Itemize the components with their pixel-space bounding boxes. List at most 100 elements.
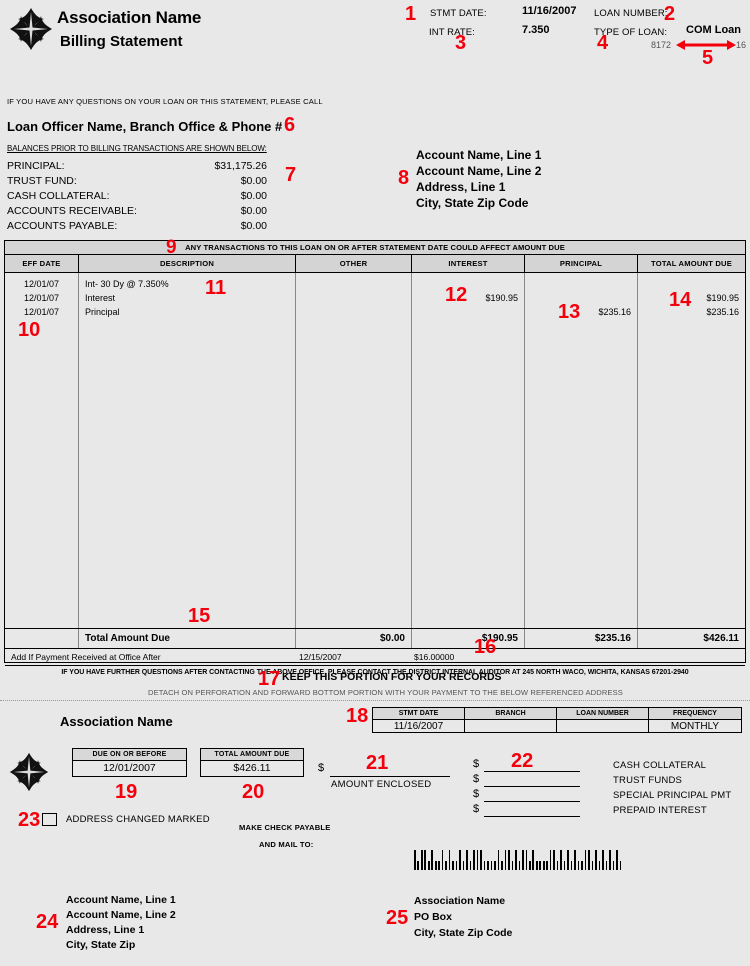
table-row: 12/01/07 <box>23 307 60 317</box>
balance-label: PRINCIPAL: <box>7 160 65 172</box>
stub-total-due-label: TOTAL AMOUNT DUE <box>201 749 303 761</box>
column-total-amount-due: $190.95 $235.16 <box>638 273 745 628</box>
table-row: Int- 30 Dy @ 7.350% <box>85 279 169 289</box>
allocation-input-trust-funds[interactable] <box>484 786 580 787</box>
amount-enclosed-input[interactable] <box>330 776 450 777</box>
perforation-line <box>0 700 750 701</box>
allocation-input-prepaid-interest[interactable] <box>484 816 580 817</box>
stub-remit-address-line: City, State Zip Code <box>414 927 513 939</box>
balance-label: TRUST FUND: <box>7 175 77 187</box>
table-row: Interest <box>85 293 116 303</box>
table-row <box>525 273 637 291</box>
int-rate-value: 7.350 <box>522 24 550 36</box>
callout-number-6: 6 <box>284 114 296 136</box>
balance-value: $31,175.26 <box>214 160 267 172</box>
account-address-line: Address, Line 1 <box>416 180 506 194</box>
callout-number-2: 2 <box>664 3 676 25</box>
column-description: Int- 30 Dy @ 7.350% Interest Principal <box>79 273 296 628</box>
stub-stmt-date-value: 11/16/2007 <box>373 720 465 733</box>
stub-remit-address-block: Association Name PO Box City, State Zip … <box>414 895 512 943</box>
table-row <box>296 291 411 305</box>
callout-number-8: 8 <box>398 167 410 189</box>
due-date-label: DUE ON OR BEFORE <box>73 749 186 761</box>
column-eff-date: 12/01/07 12/01/07 12/01/07 <box>5 273 79 628</box>
late-fee-row: Add If Payment Received at Office After … <box>5 649 745 666</box>
due-date-value: 12/01/2007 <box>103 762 156 774</box>
transactions-banner: ANY TRANSACTIONS TO THIS LOAN ON OR AFTE… <box>5 241 745 255</box>
table-row: $235.16 <box>598 307 631 317</box>
callout-number-11: 11 <box>205 277 227 299</box>
allocation-input-special-principal-pmt[interactable] <box>484 801 580 802</box>
stub-remit-address-line: PO Box <box>414 911 452 923</box>
total-principal: $235.16 <box>525 629 638 648</box>
stub-customer-address-line: Account Name, Line 1 <box>66 894 176 906</box>
stub-column-header-frequency: FREQUENCY <box>673 710 717 717</box>
column-header-other: OTHER <box>296 255 412 272</box>
stub-info-table: STMT DATE BRANCH LOAN NUMBER FREQUENCY 1… <box>372 707 742 733</box>
stub-info-header-row: STMT DATE BRANCH LOAN NUMBER FREQUENCY <box>373 708 741 720</box>
table-row: 12/01/07 <box>23 279 60 289</box>
callout-number-14: 14 <box>669 289 692 311</box>
table-row <box>412 273 524 291</box>
due-date-box: DUE ON OR BEFORE 12/01/2007 <box>72 748 187 777</box>
allocation-dollar-sign: $ <box>473 773 480 785</box>
callout-number-15: 15 <box>188 605 211 627</box>
stmt-date-value: 11/16/2007 <box>522 5 577 17</box>
callout-number-12: 12 <box>445 284 468 306</box>
balance-label: CASH COLLATERAL: <box>7 190 110 202</box>
allocation-label-trust-funds: TRUST FUNDS <box>613 775 683 786</box>
balance-label: ACCOUNTS PAYABLE: <box>7 220 118 232</box>
stub-total-due-value: $426.11 <box>233 762 271 774</box>
account-address-line: Account Name, Line 2 <box>416 164 542 178</box>
column-header-principal: PRINCIPAL <box>525 255 638 272</box>
callout-number-20: 20 <box>242 781 265 803</box>
total-other: $0.00 <box>296 629 412 648</box>
column-other <box>296 273 412 628</box>
transactions-table: ANY TRANSACTIONS TO THIS LOAN ON OR AFTE… <box>4 240 746 676</box>
keep-portion-notice: KEEP THIS PORTION FOR YOUR RECORDS <box>282 671 502 683</box>
type-of-loan-value: COM Loan <box>686 24 741 36</box>
address-changed-label: ADDRESS CHANGED MARKED <box>66 814 210 825</box>
callout-number-23: 23 <box>18 809 41 831</box>
column-interest: $190.95 <box>412 273 525 628</box>
allocation-label-special-principal-pmt: SPECIAL PRINCIPAL PMT <box>613 790 732 801</box>
callout-number-1: 1 <box>405 3 417 25</box>
questions-notice: IF YOU HAVE ANY QUESTIONS ON YOUR LOAN O… <box>7 97 323 106</box>
stub-customer-address-line: Account Name, Line 2 <box>66 909 176 921</box>
measure-left-value: 8172 <box>651 40 672 50</box>
balance-value: $0.00 <box>240 175 267 187</box>
balance-label: ACCOUNTS RECEIVABLE: <box>7 205 137 217</box>
table-row <box>296 273 411 291</box>
callout-number-3: 3 <box>455 32 467 54</box>
allocation-dollar-sign: $ <box>473 803 480 815</box>
callout-number-18: 18 <box>346 705 369 727</box>
callout-number-13: 13 <box>558 301 581 323</box>
callout-number-21: 21 <box>366 752 389 774</box>
address-changed-checkbox[interactable] <box>42 813 57 826</box>
balances-list: PRINCIPAL: $31,175.26 TRUST FUND: $0.00 … <box>7 160 297 235</box>
total-label: Total Amount Due <box>79 629 296 648</box>
stub-column-header-loan-number: LOAN NUMBER <box>557 708 649 719</box>
table-row <box>412 305 524 319</box>
column-header-total-amount-due: TOTAL AMOUNT DUE <box>651 259 732 268</box>
table-row <box>638 273 745 291</box>
table-row <box>525 291 637 305</box>
late-fee-label: Add If Payment Received at Office After <box>11 652 161 662</box>
allocation-dollar-sign: $ <box>473 788 480 800</box>
stub-remit-address-line: Association Name <box>414 895 506 907</box>
loan-number-label: LOAN NUMBER: <box>594 8 668 19</box>
make-check-payable-line2: AND MAIL TO: <box>259 840 314 849</box>
callout-number-22: 22 <box>511 750 534 772</box>
amount-enclosed-label: AMOUNT ENCLOSED <box>331 779 432 790</box>
account-address-line: Account Name, Line 1 <box>416 148 542 162</box>
transactions-total-row: Total Amount Due $0.00 $190.95 $235.16 $… <box>5 628 745 649</box>
stub-frequency-value: MONTHLY <box>670 721 720 732</box>
stub-total-due-box: TOTAL AMOUNT DUE $426.11 <box>200 748 304 777</box>
stub-association-name: Association Name <box>60 714 173 729</box>
stmt-date-label: STMT DATE: <box>430 8 487 19</box>
table-row: $235.16 <box>706 307 739 317</box>
make-check-payable-line1: MAKE CHECK PAYABLE <box>239 823 331 832</box>
callout-number-5: 5 <box>702 47 714 69</box>
account-address-block: Account Name, Line 1 Account Name, Line … <box>416 148 541 212</box>
table-row: 12/01/07 <box>23 293 60 303</box>
